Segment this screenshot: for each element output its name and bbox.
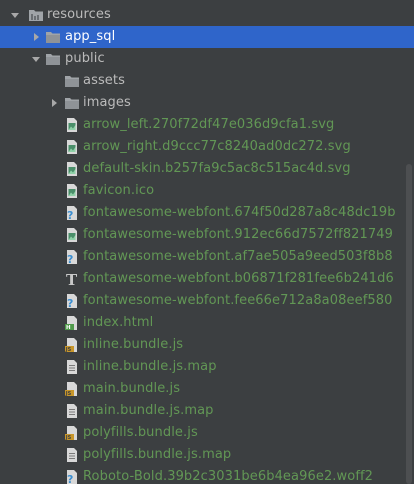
js-file-icon: JS [64,337,80,353]
selection-highlight [0,26,414,48]
unknown-file-icon: ? [64,205,80,221]
tree-item-label: images [83,95,131,110]
svg-text:?: ? [67,209,73,221]
tree-item-label: public [65,51,105,66]
tree-file-row[interactable]: ? fontawesome-webfont.674f50d287a8c48dc19… [0,202,414,224]
tree-item-label: app_sql [65,29,116,44]
font-file-icon: T [64,271,80,287]
tree-item-label: fontawesome-webfont.af7ae505a9eed503f8b8 [83,249,393,264]
tree-file-row[interactable]: ? fontawesome-webfont.af7ae505a9eed503f8b… [0,246,414,268]
tree-file-row[interactable]: JS inline.bundle.js [0,334,414,356]
tree-folder-row[interactable]: app_sql [0,26,414,48]
tree-file-row[interactable]: JS polyfills.bundle.js [0,422,414,444]
tree-item-label: resources [47,7,111,22]
tree-item-label: arrow_left.270f72df47e036d9cfa1.svg [83,117,335,132]
svg-text:H: H [66,325,71,331]
svg-text:?: ? [67,253,73,265]
tree-file-row[interactable]: arrow_right.d9ccc77c8240ad0dc272.svg [0,136,414,158]
tree-item-label: fontawesome-webfont.674f50d287a8c48dc19b [83,205,396,220]
tree-item-label: index.html [83,315,154,330]
svg-text:JS: JS [65,391,72,397]
tree-item-label: inline.bundle.js.map [83,359,217,374]
tree-item-label: polyfills.bundle.js [83,425,198,440]
folder-icon [45,51,61,67]
html-file-icon: H [64,315,80,331]
tree-item-label: fontawesome-webfont.b06871f281fee6b241d6 [83,271,394,286]
tree-file-row[interactable]: ? fontawesome-webfont.fee66e712a8a08eef58… [0,290,414,312]
expand-arrow-down-icon[interactable] [31,54,41,64]
tree-item-label: polyfills.bundle.js.map [83,447,232,462]
tree-item-label: assets [83,73,125,88]
tree-item-label: fontawesome-webfont.fee66e712a8a08eef580 [83,293,393,308]
tree-file-row[interactable]: Hindex.html [0,312,414,334]
tree-file-row[interactable]: ? Roboto-Bold.39b2c3031be6b4ea96e2.woff2 [0,466,414,484]
svg-text:?: ? [67,473,73,484]
svg-text:JS: JS [65,347,72,353]
vertical-scrollbar[interactable] [406,164,412,484]
tree-file-row[interactable]: JS main.bundle.js [0,378,414,400]
unknown-file-icon: ? [64,469,80,484]
tree-item-label: default-skin.b257fa9c5ac8c515ac4d.svg [83,161,351,176]
image-file-icon [64,139,80,155]
folder-icon [45,29,61,45]
tree-file-row[interactable]: polyfills.bundle.js.map [0,444,414,466]
tree-file-row[interactable]: fontawesome-webfont.912ec66d7572ff821749 [0,224,414,246]
tree-item-label: main.bundle.js.map [83,403,214,418]
expand-arrow-right-icon[interactable] [49,98,59,108]
expand-arrow-down-icon[interactable] [10,10,20,20]
tree-item-label: favicon.ico [83,183,155,198]
tree-folder-row[interactable]: assets [0,70,414,92]
js-file-icon: JS [64,381,80,397]
tree-item-label: Roboto-Bold.39b2c3031be6b4ea96e2.woff2 [83,469,374,484]
tree-file-row[interactable]: default-skin.b257fa9c5ac8c515ac4d.svg [0,158,414,180]
text-file-icon [64,403,80,419]
tree-item-label: main.bundle.js [83,381,181,396]
tree-item-label: inline.bundle.js [83,337,184,352]
tree-file-row[interactable]: favicon.ico [0,180,414,202]
image-file-icon [64,161,80,177]
tree-folder-row[interactable]: public [0,48,414,70]
unknown-file-icon: ? [64,249,80,265]
tree-file-row[interactable]: main.bundle.js.map [0,400,414,422]
tree-file-row[interactable]: Tfontawesome-webfont.b06871f281fee6b241d… [0,268,414,290]
svg-text:T: T [66,271,78,287]
text-file-icon [64,447,80,463]
expand-arrow-right-icon[interactable] [31,32,41,42]
image-file-icon [64,183,80,199]
unknown-file-icon: ? [64,293,80,309]
folder-icon [64,95,80,111]
tree-item-label: arrow_right.d9ccc77c8240ad0dc272.svg [83,139,351,154]
project-tree: resources app_sqlpublic assets images arrow_… [0,0,414,484]
tree-file-row[interactable]: arrow_left.270f72df47e036d9cfa1.svg [0,114,414,136]
folder-icon [64,73,80,89]
text-file-icon [64,359,80,375]
svg-text:?: ? [67,297,73,309]
image-file-icon [64,117,80,133]
folder-resources-icon [28,7,44,23]
tree-item-label: fontawesome-webfont.912ec66d7572ff821749 [83,227,394,242]
image-file-icon [64,227,80,243]
tree-folder-row[interactable]: images [0,92,414,114]
js-file-icon: JS [64,425,80,441]
svg-text:JS: JS [65,435,72,441]
tree-folder-row[interactable]: resources [0,4,414,26]
tree-file-row[interactable]: inline.bundle.js.map [0,356,414,378]
